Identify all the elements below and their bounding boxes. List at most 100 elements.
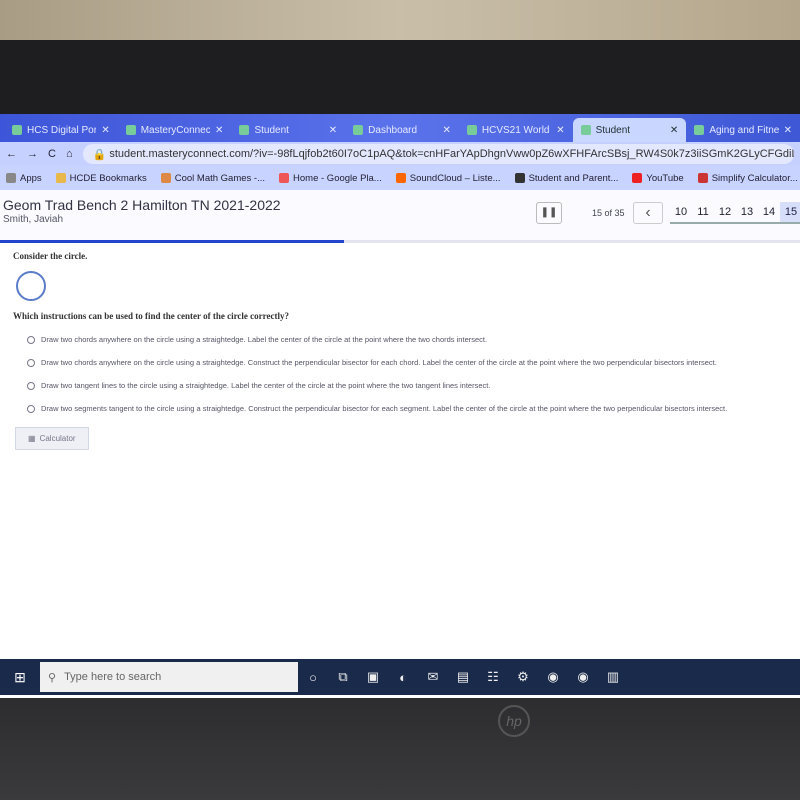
- answer-option[interactable]: Draw two chords anywhere on the circle u…: [27, 335, 787, 344]
- bookmark[interactable]: SoundCloud – Liste...: [395, 173, 501, 184]
- lock-icon: 🔒: [92, 148, 110, 161]
- favicon-icon: [125, 125, 136, 135]
- radio-button[interactable]: [27, 404, 35, 413]
- progress-bar: [0, 240, 800, 243]
- bookmark[interactable]: Cool Math Games -...: [160, 173, 265, 184]
- mail-icon[interactable]: ✉: [418, 669, 448, 685]
- page-button[interactable]: 10: [670, 202, 692, 224]
- tab-strip: HCS Digital Porta✕MasteryConnect✕Student…: [0, 114, 800, 142]
- radio-button[interactable]: [27, 358, 35, 367]
- answer-option[interactable]: Draw two tangent lines to the circle usi…: [27, 381, 787, 390]
- laptop-bezel: [0, 40, 800, 120]
- bookmark[interactable]: Student and Parent...: [514, 172, 619, 184]
- taskbar-search[interactable]: ⚲ Type here to search: [40, 662, 298, 692]
- favicon-icon: [12, 125, 22, 135]
- tab-label: Student: [254, 124, 289, 136]
- reload-icon[interactable]: C: [48, 148, 56, 160]
- page-button[interactable]: 15: [780, 202, 800, 224]
- windows-start-icon[interactable]: ⊞: [0, 669, 40, 686]
- forward-icon[interactable]: →: [27, 148, 38, 160]
- test-header: Geom Trad Bench 2 Hamilton TN 2021-2022 …: [0, 190, 800, 240]
- close-tab-icon[interactable]: ✕: [101, 125, 109, 136]
- calculator-icon: ▦: [28, 434, 36, 443]
- calculator-button[interactable]: ▦ Calculator: [15, 427, 89, 450]
- bookmark[interactable]: Simplify Calculator...: [697, 173, 798, 184]
- edge-icon[interactable]: ◐: [388, 670, 418, 685]
- browser-tab[interactable]: Student ✕: [231, 118, 345, 142]
- bookmark-label: Apps: [20, 172, 42, 184]
- radio-button[interactable]: [27, 381, 35, 390]
- page-title: Geom Trad Bench 2 Hamilton TN 2021-2022: [3, 197, 281, 213]
- question-text: Which instructions can be used to find t…: [13, 311, 289, 321]
- address-bar-row: ← → C ⌂ 🔒 student.masteryconnect.com/?iv…: [0, 142, 800, 166]
- answer-option[interactable]: Draw two chords anywhere on the circle u…: [27, 358, 787, 367]
- circle-figure: [16, 271, 46, 301]
- tab-label: MasteryConnect: [140, 124, 211, 136]
- page-button[interactable]: 12: [714, 202, 736, 224]
- tab-label: Aging and Fitne: [709, 124, 779, 136]
- cortana-icon[interactable]: ○: [298, 670, 328, 685]
- browser-tab[interactable]: Dashboard ✕: [345, 118, 459, 142]
- page-button[interactable]: 11: [692, 202, 714, 224]
- browser-tab[interactable]: Aging and Fitne ✕: [686, 118, 800, 142]
- option-text: Draw two segments tangent to the circle …: [41, 404, 728, 413]
- option-text: Draw two tangent lines to the circle usi…: [41, 381, 491, 390]
- bookmark[interactable]: Apps: [6, 173, 42, 184]
- taskbar: ⊞ ⚲ Type here to search ○ ⧉ ▣ ◐ ✉ ▤ ☷ ⚙ ◉…: [0, 659, 800, 695]
- browser-tab[interactable]: Student ✕: [572, 118, 687, 142]
- app-icon[interactable]: ▥: [598, 669, 628, 685]
- option-text: Draw two chords anywhere on the circle u…: [41, 358, 717, 367]
- task-view-icon[interactable]: ⧉: [328, 669, 358, 685]
- radio-button[interactable]: [27, 335, 35, 344]
- browser-tab[interactable]: HCS Digital Porta ✕: [4, 118, 118, 142]
- bookmark-label: Student and Parent...: [528, 172, 619, 184]
- bookmark[interactable]: YouTube: [632, 173, 684, 184]
- question-content: Consider the circle. Which instructions …: [0, 243, 800, 458]
- previous-button[interactable]: ‹: [633, 202, 663, 224]
- close-tab-icon[interactable]: ✕: [784, 125, 792, 136]
- back-icon[interactable]: ←: [6, 148, 17, 160]
- settings-icon[interactable]: ⚙: [508, 669, 538, 685]
- search-icon: ⚲: [48, 671, 57, 684]
- close-tab-icon[interactable]: ✕: [556, 125, 564, 136]
- chrome-icon[interactable]: ◉: [538, 669, 568, 685]
- page-nav: 10 11 12 13 14 15: [670, 202, 800, 224]
- question-count: 15 of 35: [592, 208, 625, 218]
- hp-logo: hp: [498, 705, 530, 737]
- bookmark-icon: [697, 173, 708, 183]
- page-button[interactable]: 14: [758, 202, 780, 224]
- url-field[interactable]: 🔒 student.masteryconnect.com/?iv=-98fLqj…: [82, 144, 794, 164]
- search-placeholder: Type here to search: [64, 671, 162, 683]
- chrome-profile-icon[interactable]: ◉: [568, 669, 598, 685]
- laptop-body: [0, 698, 800, 800]
- bookmark[interactable]: Home - Google Pla...: [279, 173, 382, 184]
- bookmark-icon: [514, 173, 525, 183]
- browser-tab[interactable]: HCVS21 World ✕: [459, 118, 573, 142]
- favicon-icon: [580, 125, 591, 135]
- bookmark-icon: [632, 173, 643, 183]
- favicon-icon: [239, 125, 250, 135]
- progress-fill: [0, 240, 344, 243]
- file-explorer-icon[interactable]: ▤: [448, 669, 478, 685]
- favicon-icon: [694, 125, 705, 135]
- favicon-icon: [466, 125, 477, 135]
- close-tab-icon[interactable]: ✕: [329, 125, 337, 136]
- pause-button[interactable]: ❚❚: [536, 202, 562, 224]
- bookmarks-bar: Apps HCDE Bookmarks Cool Math Games -... Ho…: [0, 166, 800, 190]
- answer-option[interactable]: Draw two segments tangent to the circle …: [27, 404, 787, 413]
- tab-label: Student: [595, 124, 631, 136]
- tab-label: Dashboard: [368, 124, 418, 136]
- browser-tab[interactable]: MasteryConnect ✕: [118, 118, 232, 142]
- home-icon[interactable]: ⌂: [66, 148, 73, 160]
- page-button[interactable]: 13: [736, 202, 758, 224]
- bookmark-icon: [279, 173, 290, 183]
- bookmark[interactable]: HCDE Bookmarks: [55, 172, 147, 184]
- bookmark-label: HCDE Bookmarks: [69, 172, 147, 184]
- calculator-label: Calculator: [39, 434, 76, 443]
- teams-icon[interactable]: ☷: [478, 669, 508, 685]
- bookmark-label: Home - Google Pla...: [293, 172, 382, 184]
- close-tab-icon[interactable]: ✕: [442, 125, 450, 136]
- store-icon[interactable]: ▣: [358, 669, 388, 685]
- close-tab-icon[interactable]: ✕: [670, 125, 678, 136]
- close-tab-icon[interactable]: ✕: [215, 125, 223, 136]
